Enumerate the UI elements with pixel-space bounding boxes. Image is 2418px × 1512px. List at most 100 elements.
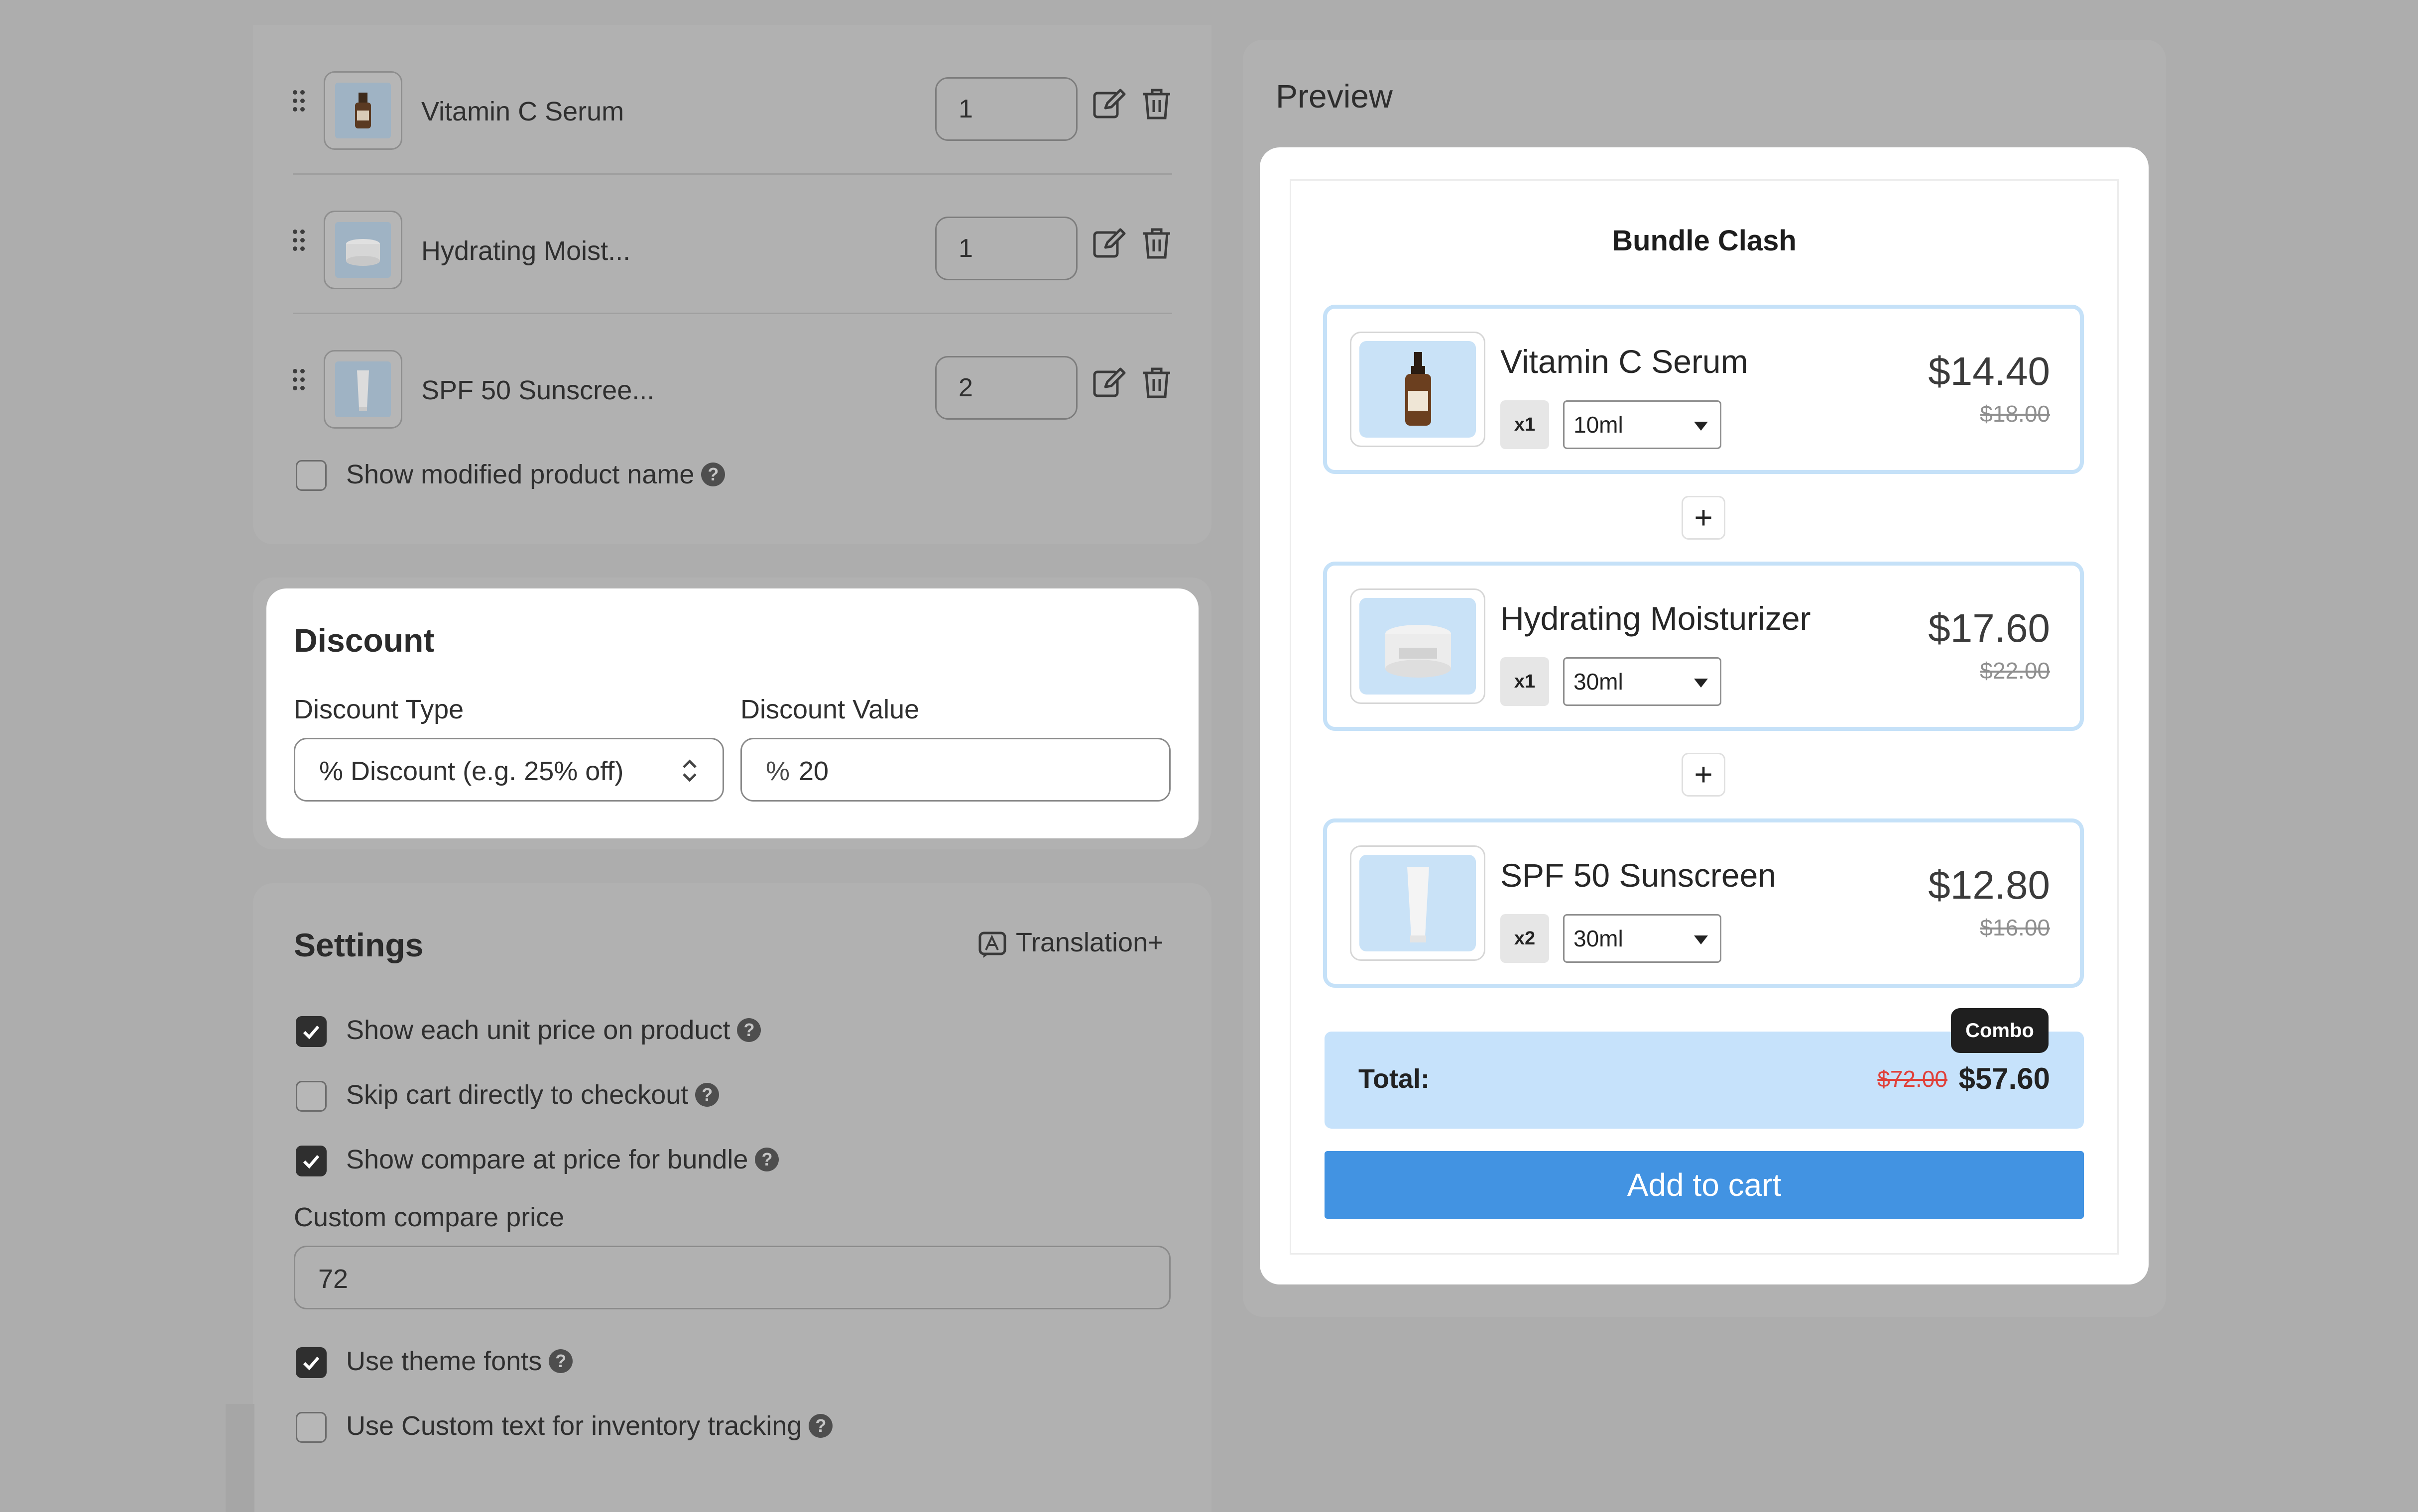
variant-value: 30ml — [1573, 669, 1623, 695]
check-icon — [303, 1026, 320, 1040]
product-image — [1350, 845, 1485, 961]
quantity-badge: x1 — [1500, 400, 1549, 449]
custom-compare-value: 72 — [318, 1264, 349, 1294]
price: $17.60 — [1928, 606, 2050, 650]
discount-value: 20 — [799, 756, 829, 786]
drag-handle-icon[interactable] — [293, 369, 306, 391]
quantity-input[interactable]: 2 — [935, 356, 1078, 420]
help-icon[interactable]: ? — [809, 1413, 833, 1438]
compare-price-checkbox[interactable] — [296, 1146, 327, 1176]
combo-badge: Combo — [1951, 1008, 2049, 1053]
sunscreen-tube-icon — [1407, 867, 1429, 942]
skip-cart-checkbox[interactable] — [296, 1081, 327, 1112]
compare-price-label: Show compare at price for bundle? — [346, 1144, 779, 1175]
help-icon[interactable]: ? — [695, 1082, 720, 1107]
product-thumbnail — [324, 211, 402, 289]
translation-label: Translation+ — [1016, 928, 1164, 957]
product-row-1: Vitamin C Serum 1 — [293, 42, 1172, 182]
bundle-item-3: SPF 50 Sunscreen x2 30ml $12.80 $16.00 — [1323, 818, 2084, 988]
quantity-input[interactable]: 1 — [935, 77, 1078, 141]
bundle-item-1: Vitamin C Serum x1 10ml $14.40 $18.00 — [1323, 305, 2084, 474]
row-divider — [293, 173, 1172, 175]
drag-handle-icon[interactable] — [293, 230, 306, 251]
preview-title: Preview — [1276, 78, 1393, 115]
serum-bottle-icon — [355, 93, 371, 128]
total-price: $57.60 — [1958, 1062, 2050, 1095]
bundle-item-2: Hydrating Moisturizer x1 30ml $17.60 $22… — [1323, 562, 2084, 731]
product-image — [1350, 588, 1485, 704]
check-icon — [303, 1357, 320, 1371]
help-icon[interactable]: ? — [737, 1018, 761, 1042]
sunscreen-tube-icon — [357, 370, 369, 411]
product-name: Hydrating Moist... — [421, 236, 631, 266]
help-icon[interactable]: ? — [701, 462, 725, 486]
percent-prefix: % — [766, 756, 790, 786]
settings-title: Settings — [294, 927, 424, 963]
discount-title: Discount — [294, 622, 435, 659]
discount-value-label: Discount Value — [740, 695, 920, 724]
product-thumbnail — [324, 71, 402, 150]
trash-icon[interactable] — [1139, 86, 1174, 121]
translate-icon — [978, 931, 1006, 958]
inventory-text-checkbox[interactable] — [296, 1412, 327, 1443]
quantity-badge: x1 — [1500, 657, 1549, 706]
select-arrows-icon — [683, 759, 697, 782]
unit-price-checkbox[interactable] — [296, 1016, 327, 1047]
custom-compare-input[interactable]: 72 — [294, 1246, 1171, 1309]
cream-jar-icon — [1385, 625, 1451, 678]
total-compare-price: $72.00 — [1877, 1066, 1947, 1092]
variant-value: 10ml — [1573, 412, 1623, 438]
drag-handle-icon[interactable] — [293, 90, 306, 112]
plus-icon: + — [1682, 753, 1725, 797]
plus-icon: + — [1682, 496, 1725, 540]
trash-icon[interactable] — [1139, 365, 1174, 400]
variant-value: 30ml — [1573, 926, 1623, 951]
product-name: Vitamin C Serum — [1500, 343, 1748, 380]
serum-bottle-icon — [1405, 352, 1431, 426]
discount-type-select[interactable]: % Discount (e.g. 25% off) — [294, 738, 724, 802]
cream-jar-icon — [346, 239, 380, 266]
scroll-edge — [226, 1404, 254, 1512]
compare-price: $18.00 — [1980, 401, 2050, 427]
unit-price-label: Show each unit price on product? — [346, 1015, 761, 1046]
discount-type-label: Discount Type — [294, 695, 464, 724]
variant-select[interactable]: 30ml — [1563, 657, 1721, 706]
check-icon — [303, 1155, 320, 1169]
variant-select[interactable]: 30ml — [1563, 914, 1721, 963]
caret-down-icon — [1694, 679, 1708, 688]
product-row-2: Hydrating Moist... 1 — [293, 182, 1172, 321]
product-image — [1350, 332, 1485, 447]
custom-compare-label: Custom compare price — [294, 1202, 565, 1232]
caret-down-icon — [1694, 422, 1708, 431]
product-row-3: SPF 50 Sunscree... 2 — [293, 321, 1172, 461]
row-divider — [293, 313, 1172, 314]
product-thumbnail — [324, 350, 402, 429]
show-modified-name-checkbox[interactable] — [296, 460, 327, 491]
theme-fonts-checkbox[interactable] — [296, 1347, 327, 1378]
quantity-input[interactable]: 1 — [935, 217, 1078, 280]
price: $14.40 — [1928, 349, 2050, 393]
product-name: SPF 50 Sunscreen — [1500, 857, 1776, 894]
help-icon[interactable]: ? — [755, 1147, 779, 1171]
add-to-cart-button[interactable]: Add to cart — [1325, 1151, 2084, 1219]
product-name: Hydrating Moisturizer — [1500, 600, 1811, 637]
total-label: Total: — [1358, 1064, 1430, 1094]
product-name: SPF 50 Sunscree... — [421, 375, 655, 405]
variant-select[interactable]: 10ml — [1563, 400, 1721, 449]
quantity-badge: x2 — [1500, 914, 1549, 963]
show-modified-name-label: Show modified product name? — [346, 459, 725, 490]
bundle-title: Bundle Clash — [1612, 225, 1797, 257]
skip-cart-label: Skip cart directly to checkout? — [346, 1079, 720, 1110]
compare-price: $22.00 — [1980, 658, 2050, 684]
inventory-text-label: Use Custom text for inventory tracking? — [346, 1410, 833, 1441]
theme-fonts-label: Use theme fonts? — [346, 1346, 573, 1377]
edit-icon[interactable] — [1091, 226, 1126, 260]
compare-price: $16.00 — [1980, 915, 2050, 940]
discount-value-input[interactable]: % 20 — [740, 738, 1171, 802]
discount-type-value: % Discount (e.g. 25% off) — [319, 756, 624, 786]
trash-icon[interactable] — [1139, 226, 1174, 260]
edit-icon[interactable] — [1091, 86, 1126, 121]
edit-icon[interactable] — [1091, 365, 1126, 400]
help-icon[interactable]: ? — [549, 1349, 573, 1373]
product-name: Vitamin C Serum — [421, 97, 624, 126]
